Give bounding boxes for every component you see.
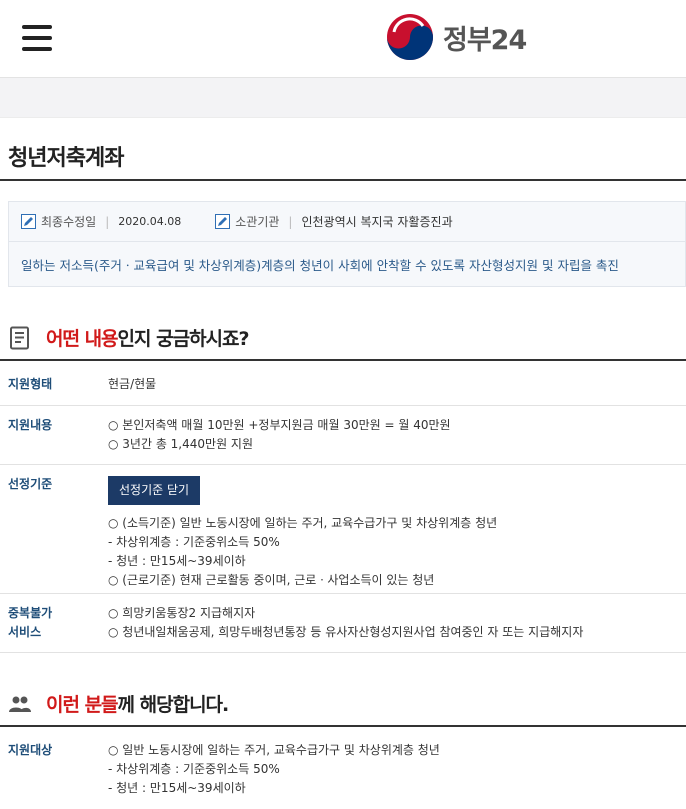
row-duplicate: 중복불가 서비스 ○ 희망키움통장2 지급해지자 ○ 청년내일채움공제, 희망두… [0, 594, 686, 653]
agency-label: 소관기관 [235, 215, 280, 229]
row-label: 지원대상 [8, 743, 53, 757]
row-label: 지원내용 [8, 418, 53, 432]
logo-text: 정부24 [443, 24, 527, 56]
row-line: ○ 3년간 총 1,440만원 지원 [108, 437, 253, 451]
modified-value: 2020.04.08 [118, 215, 182, 228]
row-line: - 차상위계층 : 기준중위소득 50% [108, 762, 280, 776]
agency-value: 인천광역시 복지국 자활증진과 [301, 215, 453, 229]
section-what-heading: 어떤 내용 인지 궁금하시죠? [8, 324, 250, 351]
row-line: 현금/현물 [108, 377, 157, 391]
row-line: - 차상위계층 : 기준중위소득 50% [108, 535, 280, 549]
agency: 소관기관 | 인천광역시 복지국 자활증진과 [215, 213, 453, 230]
row-value: 선정기준 닫기 ○ (소득기준) 일반 노동시장에 일하는 주거, 교육수급가구… [108, 476, 497, 590]
row-support-type: 지원형태 현금/현물 [0, 361, 686, 406]
row-label: 중복불가 서비스 [8, 606, 53, 639]
document-list-icon [10, 326, 29, 349]
edit-icon [215, 214, 231, 229]
info-meta: 최종수정일 | 2020.04.08 소관기관 | 인천광역시 복지국 자활증진… [9, 202, 685, 242]
row-value: 현금/현물 [108, 375, 156, 394]
section-what-title-red: 어떤 내용 [46, 328, 119, 350]
divider [0, 179, 686, 181]
section-what-title: 인지 궁금하시죠? [117, 328, 250, 350]
section-who-title-red: 이런 분들 [46, 694, 119, 716]
section-who-heading: 이런 분들 께 해당합니다. [8, 690, 230, 717]
section-who-title: 께 해당합니다. [117, 694, 230, 716]
row-label: 지원형태 [8, 377, 53, 391]
row-line: ○ 일반 노동시장에 일하는 주거, 교육수급가구 및 차상위계층 청년 [108, 743, 440, 757]
row-criteria: 선정기준 선정기준 닫기 ○ (소득기준) 일반 노동시장에 일하는 주거, 교… [0, 465, 686, 594]
row-line: - 청년 : 만15세~39세이하 [108, 781, 246, 795]
service-description: 일하는 저소득(주거ㆍ교육급여 및 차상위계층)계층의 청년이 사회에 안착할 … [21, 258, 619, 273]
row-value: ○ 본인저축액 매월 10만원 +정부지원금 매월 30만원 = 월 40만원 … [108, 416, 451, 454]
last-modified: 최종수정일 | 2020.04.08 [21, 213, 181, 230]
taegeuk-logo-icon [387, 14, 433, 60]
gov24-logo[interactable]: 정부24 [385, 12, 527, 62]
row-line: ○ (소득기준) 일반 노동시장에 일하는 주거, 교육수급가구 및 차상위계층… [108, 516, 498, 530]
row-line: ○ (근로기준) 현재 근로활동 중이며, 근로ㆍ사업소득이 있는 청년 [108, 573, 435, 587]
edit-icon [21, 214, 36, 229]
modified-label: 최종수정일 [41, 215, 97, 229]
row-value: ○ 일반 노동시장에 일하는 주거, 교육수급가구 및 차상위계층 청년 - 차… [108, 741, 440, 798]
hamburger-menu-icon[interactable] [22, 25, 52, 51]
people-icon [9, 696, 31, 712]
row-line: - 청년 : 만15세~39세이하 [108, 554, 246, 568]
service-info-box: 최종수정일 | 2020.04.08 소관기관 | 인천광역시 복지국 자활증진… [8, 201, 686, 287]
row-support-content: 지원내용 ○ 본인저축액 매월 10만원 +정부지원금 매월 30만원 = 월 … [0, 406, 686, 465]
row-line: ○ 본인저축액 매월 10만원 +정부지원금 매월 30만원 = 월 40만원 [108, 418, 451, 432]
page-title: 청년저축계좌 [8, 146, 124, 171]
row-line: ○ 청년내일채움공제, 희망두배청년통장 등 유사자산형성지원사업 참여중인 자… [108, 625, 584, 639]
row-target: 지원대상 ○ 일반 노동시장에 일하는 주거, 교육수급가구 및 차상위계층 청… [0, 727, 686, 809]
row-label: 선정기준 [8, 477, 53, 491]
row-line: ○ 희망키움통장2 지급해지자 [108, 606, 256, 620]
gray-band [0, 78, 686, 118]
app-header: 정부24 [0, 0, 686, 78]
row-value: ○ 희망키움통장2 지급해지자 ○ 청년내일채움공제, 희망두배청년통장 등 유… [108, 604, 583, 642]
criteria-toggle-button[interactable]: 선정기준 닫기 [108, 476, 201, 505]
